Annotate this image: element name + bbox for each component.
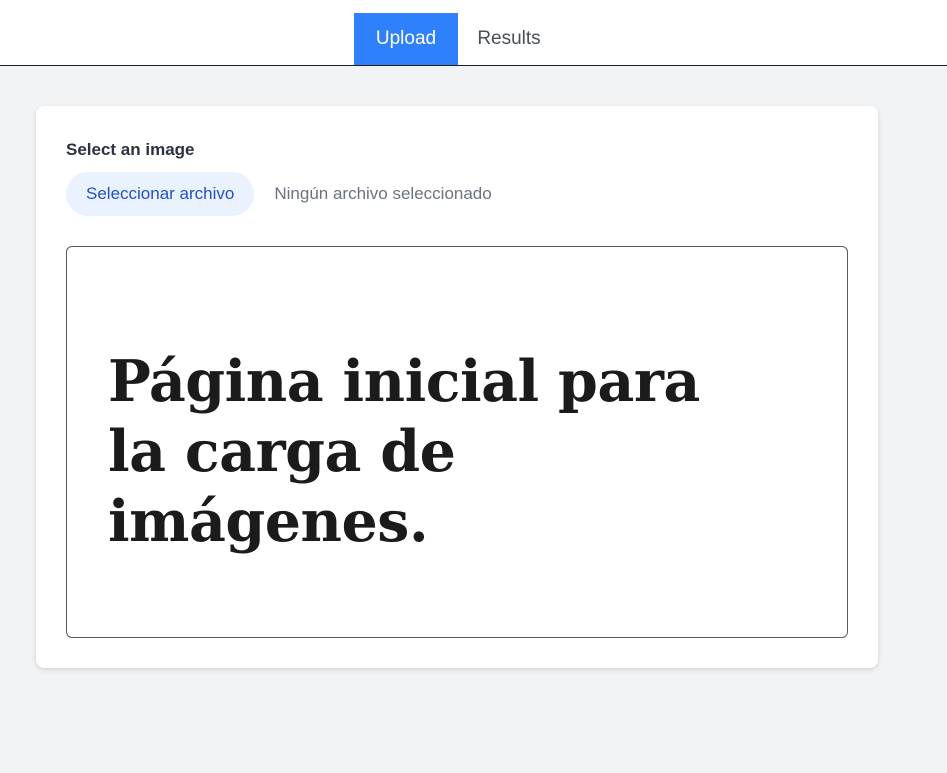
preview-image-text: Página inicial para la carga de imágenes… xyxy=(108,348,700,555)
choose-file-button[interactable]: Seleccionar archivo xyxy=(66,172,255,216)
tab-results[interactable]: Results xyxy=(458,13,560,65)
file-input[interactable]: Seleccionar archivo Ningún archivo selec… xyxy=(66,172,492,216)
image-preview: Página inicial para la carga de imágenes… xyxy=(66,246,848,638)
tab-upload[interactable]: Upload xyxy=(354,13,458,65)
file-status-text: Ningún archivo seleccionado xyxy=(274,184,492,203)
top-nav-bar: Upload Results xyxy=(0,0,947,66)
tab-bar: Upload Results xyxy=(354,13,560,65)
upload-card: Select an image Seleccionar archivo Ning… xyxy=(36,106,878,668)
select-image-label: Select an image xyxy=(66,140,195,159)
